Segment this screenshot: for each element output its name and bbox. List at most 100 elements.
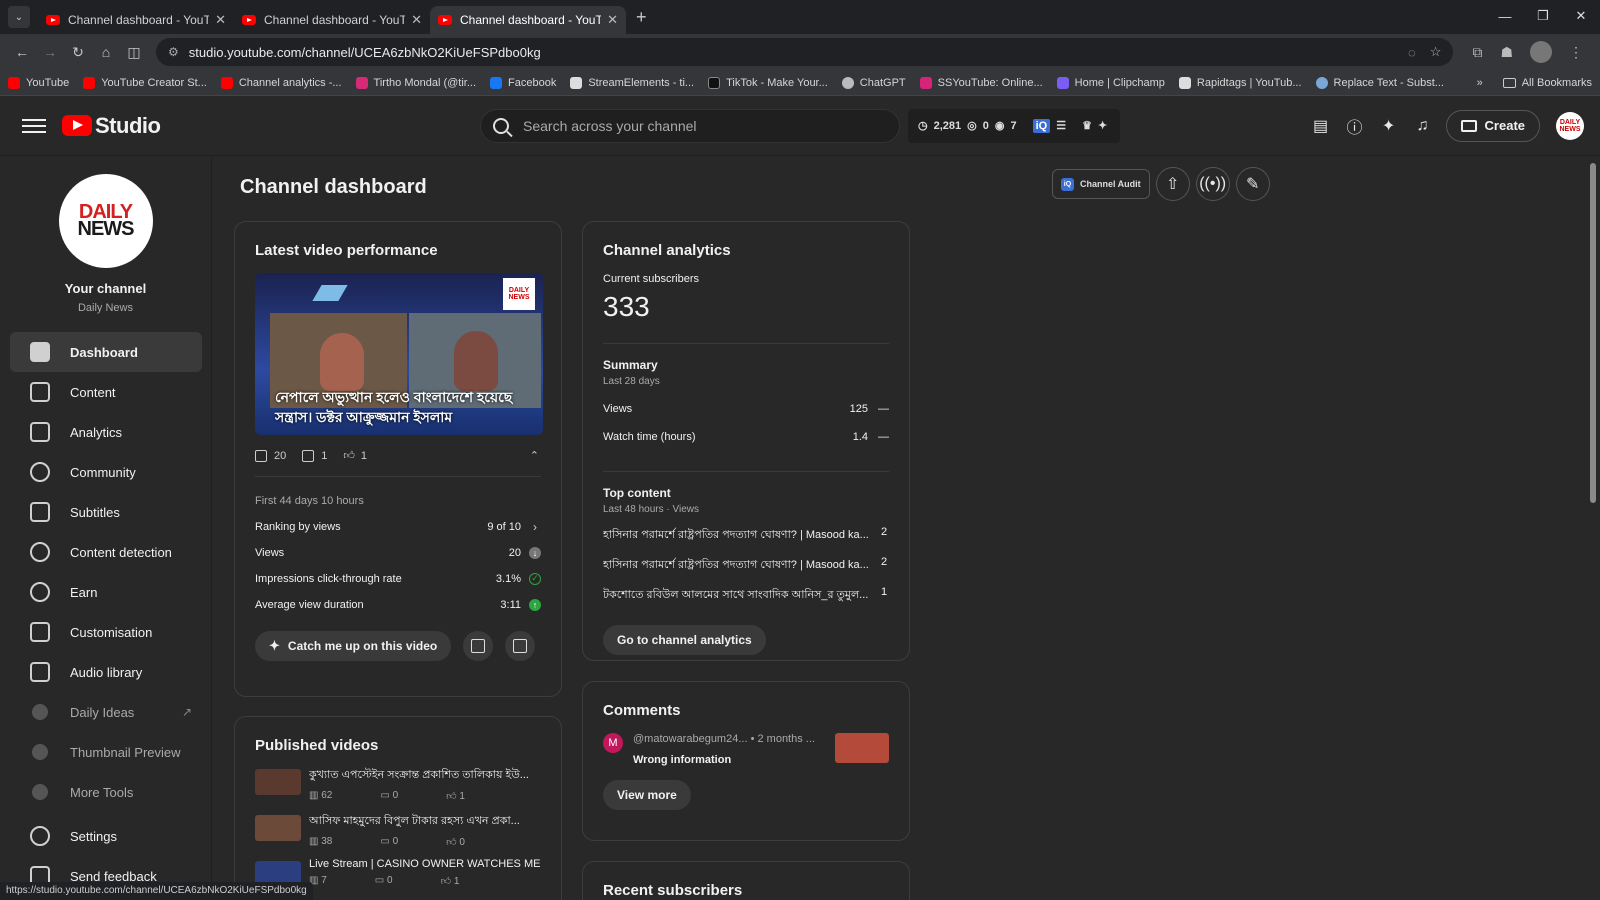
reload-icon[interactable]: ↻ (64, 44, 92, 61)
list-item[interactable]: কুখ্যাত এপস্টেইন সংক্রান্ত প্রকাশিত তালি… (255, 766, 541, 802)
search-input[interactable]: Search across your channel (480, 108, 900, 143)
close-tab-icon[interactable]: ✕ (411, 12, 422, 28)
view-more-button[interactable]: View more (603, 780, 691, 810)
close-tab-icon[interactable]: ✕ (607, 12, 618, 28)
analytics-icon (471, 639, 486, 653)
bookmark-item[interactable]: Rapidtags | YouTub... (1178, 76, 1302, 89)
sidebar-item-earn[interactable]: Earn (10, 572, 202, 612)
restore-icon[interactable]: ❐ (1524, 0, 1562, 32)
close-tab-icon[interactable]: ✕ (215, 12, 226, 28)
list-item[interactable]: হাসিনার পরামর্শে রাষ্ট্রপতির পদত্যাগ ঘোষ… (603, 526, 889, 545)
hamburger-menu-icon[interactable] (22, 118, 46, 133)
home-icon[interactable]: ⌂ (92, 44, 120, 60)
channel-avatar[interactable]: DAILY NEWS (58, 174, 153, 268)
upload-button[interactable]: ⇧ (1155, 167, 1190, 201)
sparkle-icon[interactable]: ✦ (1372, 116, 1406, 136)
bookmark-item[interactable]: Replace Text - Subst... (1315, 76, 1444, 89)
profile-avatar[interactable] (1530, 41, 1552, 63)
studio-logo[interactable]: Studio (62, 113, 161, 139)
create-post-button[interactable]: ✎ (1235, 167, 1270, 201)
bookmark-item[interactable]: Home | Clipchamp (1056, 76, 1165, 89)
eye-off-icon[interactable]: ◌ (1408, 45, 1416, 60)
incognito-icon[interactable]: ☗ (1500, 44, 1513, 61)
new-tab-icon[interactable]: + (636, 7, 647, 28)
sparkle-small-icon[interactable]: ✦ (1098, 119, 1107, 132)
sidebar-item-dashboard[interactable]: Dashboard (10, 332, 202, 372)
bookmark-item[interactable]: ChatGPT (841, 76, 906, 89)
split-view-icon[interactable]: ◫ (120, 44, 148, 61)
browser-tab-3[interactable]: Channel dashboard - YouTube ✕ (430, 6, 626, 34)
sidebar-item-community[interactable]: Community (10, 452, 202, 492)
browser-tab-2[interactable]: Channel dashboard - YouTube ✕ (234, 6, 430, 34)
list-icon[interactable]: ☰ (1056, 119, 1066, 132)
sidebar-item-customisation[interactable]: Customisation (10, 612, 202, 652)
video-comments-button[interactable] (505, 631, 536, 661)
bookmark-label: ChatGPT (859, 76, 906, 89)
bookmark-star-icon[interactable]: ☆ (1430, 44, 1442, 60)
list-item[interactable]: টকশোতে রবিউল আলমের সাথে সাংবাদিক আনিস_র … (603, 586, 889, 605)
card-title: Comments (603, 702, 681, 719)
trophy-icon[interactable]: ♛ (1082, 119, 1092, 132)
bookmark-favicon-icon (841, 76, 854, 89)
bookmark-item[interactable]: SSYouTube: Online... (919, 76, 1043, 89)
bookmark-item[interactable]: TikTok - Make Your... (708, 76, 828, 89)
thumbnail-logo-badge: DAILY NEWS (503, 278, 535, 310)
sidebar-item-more-tools[interactable]: More Tools (10, 772, 202, 812)
video-thumbnail[interactable]: DAILY NEWS নেপালে অভ্যুত্থান হলেও বাংলাদ… (255, 273, 543, 435)
bookmark-item[interactable]: StreamElements - ti... (570, 76, 694, 89)
video-title: আসিফ মাহমুদের বিপুল টাকার রহস্য এখন প্রক… (309, 815, 520, 827)
sidebar-item-thumbnail-preview[interactable]: Thumbnail Preview (10, 732, 202, 772)
row-label: Views (255, 547, 285, 559)
sidebar-item-settings[interactable]: Settings (10, 816, 202, 856)
go-live-button[interactable]: ((•)) (1195, 167, 1230, 201)
list-item[interactable]: আসিফ মাহমুদের বিপুল টাকার রহস্য এখন প্রক… (255, 812, 541, 848)
all-bookmarks-button[interactable]: All Bookmarks (1522, 77, 1592, 89)
navigation-bar: ← → ↻ ⌂ ◫ ⚙ studio.youtube.com/channel/U… (0, 34, 1600, 70)
sidebar-item-content[interactable]: Content (10, 372, 202, 412)
channel-audit-button[interactable]: iQ Channel Audit (1052, 169, 1150, 199)
summary-value: 125 (849, 403, 868, 415)
chevron-up-icon[interactable]: ⌃ (530, 449, 539, 462)
video-analytics-button[interactable] (463, 631, 494, 661)
comments-count: ▭ 0 (374, 875, 393, 886)
bookmark-item[interactable]: YouTube (8, 76, 69, 89)
tab-search-button[interactable]: ⌄ (8, 6, 30, 28)
person-image (454, 331, 498, 391)
dollar-icon (30, 582, 50, 602)
account-avatar[interactable]: DAILY NEWS (1556, 111, 1584, 140)
messages-icon[interactable]: ▤ (1304, 116, 1338, 136)
extensions-icon[interactable]: ⧉ (1472, 44, 1482, 61)
sidebar-item-analytics[interactable]: Analytics (10, 412, 202, 452)
create-button[interactable]: Create (1445, 109, 1540, 142)
more-bookmarks-icon[interactable]: » (1477, 77, 1483, 89)
back-icon[interactable]: ← (8, 44, 36, 60)
sidebar-item-subtitles[interactable]: Subtitles (10, 492, 202, 532)
close-window-icon[interactable]: ✕ (1562, 0, 1600, 32)
site-info-icon[interactable]: ⚙ (168, 45, 179, 59)
notifications-bell-icon[interactable]: ♫ (1406, 117, 1440, 135)
browser-tab-1[interactable]: Channel dashboard - YouTube ✕ (38, 6, 234, 34)
sidebar-item-content-detection[interactable]: Content detection (10, 532, 202, 572)
extension-stats-bar[interactable]: ◷ 2,281 ◎ 0 ◉ 7 iQ ☰ ♛ ✦ (908, 108, 1120, 143)
bookmark-item[interactable]: Channel analytics -... (220, 76, 342, 89)
bookmark-item[interactable]: Facebook (490, 76, 556, 89)
page-scrollbar[interactable] (1590, 163, 1596, 503)
vidiq-icon[interactable]: iQ (1032, 118, 1051, 133)
help-icon[interactable]: ⓘ (1338, 114, 1372, 138)
comment-item[interactable]: M @matowarabegum24... • 2 months ... Wro… (603, 733, 889, 766)
bookmark-item[interactable]: YouTube Creator St... (83, 76, 207, 89)
summary-value: 1.4 (852, 431, 868, 443)
sidebar-item-audio-library[interactable]: Audio library (10, 652, 202, 692)
browser-menu-icon[interactable]: ⋮ (1569, 44, 1583, 61)
go-to-analytics-button[interactable]: Go to channel analytics (603, 625, 766, 655)
address-bar[interactable]: ⚙ studio.youtube.com/channel/UCEA6zbNkO2… (156, 38, 1454, 66)
minimize-icon[interactable]: — (1486, 0, 1524, 32)
catch-me-up-button[interactable]: ✦ Catch me up on this video (255, 631, 452, 661)
forward-icon[interactable]: → (36, 44, 64, 60)
bookmark-item[interactable]: Tirtho Mondal (@tir... (355, 76, 476, 89)
ranking-row[interactable]: Ranking by views 9 of 10 › (255, 521, 541, 533)
list-item[interactable]: হাসিনার পরামর্শে রাষ্ট্রপতির পদত্যাগ ঘোষ… (603, 556, 889, 575)
bookmark-favicon-icon (919, 76, 932, 89)
sidebar-item-daily-ideas[interactable]: Daily Ideas ↗ (10, 692, 202, 732)
tab-strip: ⌄ Channel dashboard - YouTube ✕ Channel … (0, 0, 1600, 34)
